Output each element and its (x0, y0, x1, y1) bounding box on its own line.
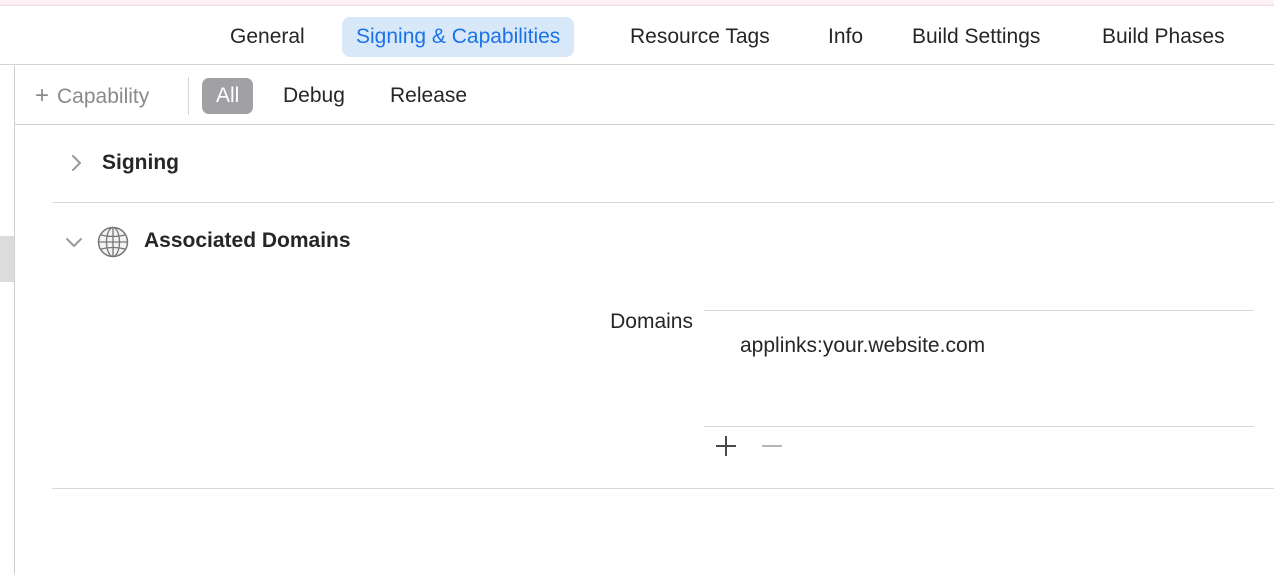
domains-table-top-border (704, 310, 1254, 311)
filter-release[interactable]: Release (376, 78, 481, 114)
filter-debug[interactable]: Debug (269, 78, 359, 114)
section-separator (52, 202, 1274, 203)
minus-icon[interactable] (758, 432, 786, 460)
capability-filter-bar: + Capability All Debug Release (15, 66, 1274, 125)
sidebar-divider[interactable] (14, 66, 15, 574)
domains-table-bottom-border (704, 426, 1254, 427)
tab-resource-tags[interactable]: Resource Tags (616, 17, 784, 57)
associated-domains-section-title[interactable]: Associated Domains (144, 229, 351, 253)
chevron-down-icon[interactable] (64, 232, 84, 252)
editor-tab-bar: General Signing & Capabilities Resource … (0, 6, 1274, 65)
domains-label: Domains (610, 310, 693, 333)
tab-signing-capabilities[interactable]: Signing & Capabilities (342, 17, 575, 57)
tab-info[interactable]: Info (814, 17, 877, 57)
plus-icon[interactable] (712, 432, 740, 460)
toolbar-divider (188, 77, 189, 115)
section-separator (52, 488, 1274, 489)
add-capability-button[interactable]: + Capability (35, 78, 149, 114)
signing-section-title[interactable]: Signing (102, 151, 179, 175)
globe-icon (97, 226, 129, 258)
chevron-right-icon[interactable] (66, 153, 86, 173)
domain-entry[interactable]: applinks:your.website.com (740, 334, 985, 358)
sidebar-selection-edge (0, 236, 14, 282)
filter-all[interactable]: All (202, 78, 254, 114)
tab-general[interactable]: General (216, 17, 319, 57)
tab-build-settings[interactable]: Build Settings (898, 17, 1054, 57)
tab-build-phases[interactable]: Build Phases (1088, 17, 1239, 57)
add-capability-label: Capability (57, 85, 150, 108)
plus-icon: + (35, 82, 50, 109)
